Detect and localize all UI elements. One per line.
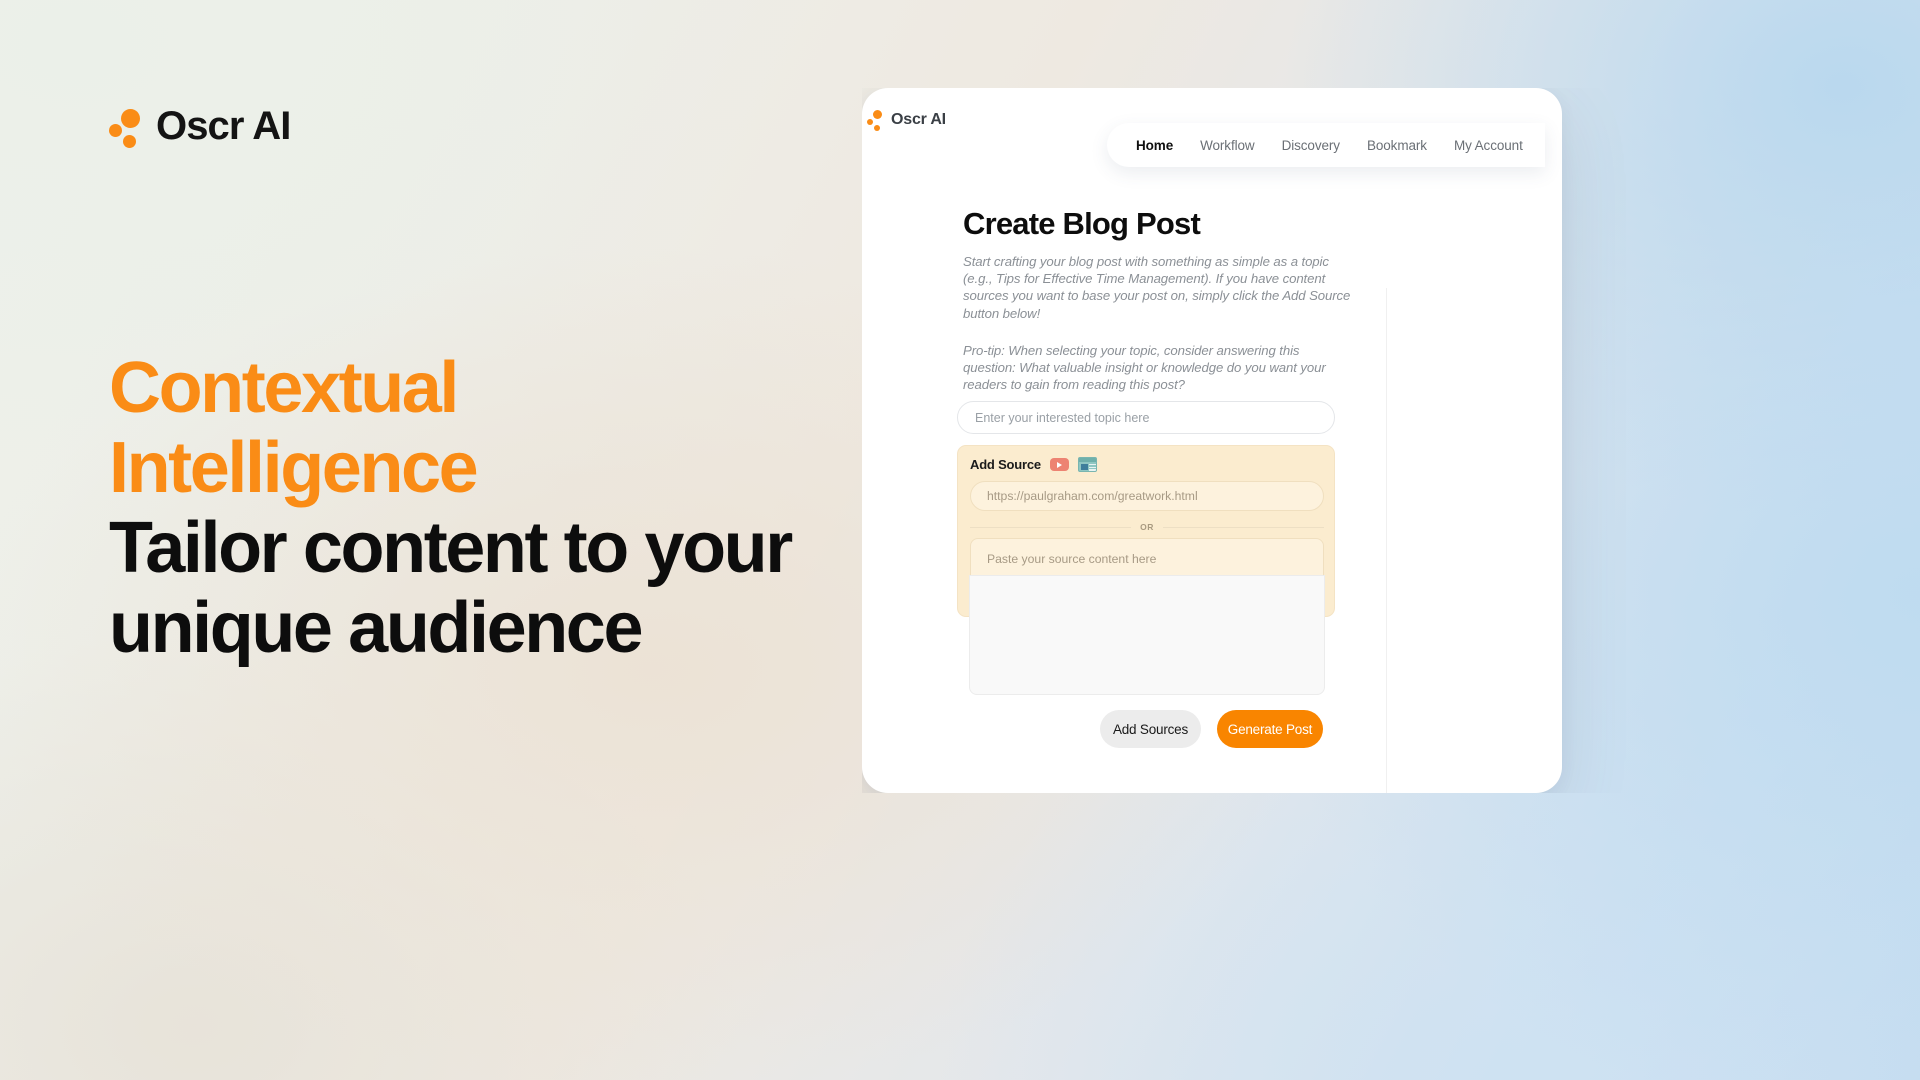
nav-item-my-account[interactable]: My Account — [1454, 138, 1523, 153]
marketing-panel: Oscr AI Contextual Intelligence Tailor c… — [0, 0, 860, 1080]
source-content-textarea-body[interactable] — [969, 575, 1325, 695]
headline-dark-line-2: unique audience — [109, 588, 643, 668]
action-button-row: Add Sources Generate Post — [1100, 710, 1323, 748]
add-sources-button[interactable]: Add Sources — [1100, 710, 1201, 748]
app-brand-name: Oscr AI — [891, 111, 946, 128]
add-source-header: Add Source — [970, 457, 1097, 472]
webpage-icon[interactable] — [1077, 457, 1097, 472]
brand-logo: Oscr AI — [109, 104, 291, 149]
app-window: Oscr AI Create Blog Post Start crafting … — [862, 88, 1562, 793]
source-content-placeholder: Paste your source content here — [987, 552, 1157, 566]
divider-rule-right — [1162, 526, 1324, 528]
nav-item-home[interactable]: Home — [1136, 138, 1173, 153]
nav-item-discovery[interactable]: Discovery — [1282, 138, 1340, 153]
three-dots-logo-icon — [109, 107, 143, 148]
page-description-2: Pro-tip: When selecting your topic, cons… — [963, 343, 1326, 393]
hero-headline: Contextual Intelligence Tailor content t… — [109, 348, 849, 668]
topic-input-placeholder: Enter your interested topic here — [975, 410, 1150, 425]
nav-item-workflow[interactable]: Workflow — [1200, 138, 1255, 153]
topic-input[interactable]: Enter your interested topic here — [957, 401, 1335, 434]
three-dots-logo-icon — [867, 110, 884, 131]
app-mockup: Oscr AI Create Blog Post Start crafting … — [862, 88, 1920, 793]
headline-dark-line-1: Tailor content to your — [109, 508, 793, 588]
add-source-label: Add Source — [970, 457, 1041, 472]
page-description-1: Start crafting your blog post with somet… — [963, 254, 1351, 321]
headline-accent-line-1: Contextual — [109, 348, 459, 428]
divider-rule-left — [970, 526, 1132, 528]
brand-name: Oscr AI — [156, 104, 291, 148]
generate-post-button[interactable]: Generate Post — [1217, 710, 1323, 748]
nav-item-bookmark[interactable]: Bookmark — [1367, 138, 1427, 153]
app-brand-logo[interactable]: Oscr AI — [867, 110, 946, 131]
headline-accent-line-2: Intelligence — [109, 428, 479, 508]
or-divider: OR — [970, 522, 1324, 532]
source-content-textarea[interactable]: Paste your source content here — [970, 538, 1324, 576]
or-label: OR — [1140, 522, 1154, 532]
source-url-placeholder: https://paulgraham.com/greatwork.html — [987, 489, 1198, 503]
source-url-input[interactable]: https://paulgraham.com/greatwork.html — [970, 481, 1324, 511]
youtube-icon[interactable] — [1049, 458, 1069, 471]
page-title: Create Blog Post — [963, 206, 1201, 241]
app-nav: Home Workflow Discovery Bookmark My Acco… — [1107, 123, 1545, 167]
app-page-body: Create Blog Post Start crafting your blo… — [862, 152, 1562, 793]
panel-edge-divider — [1386, 288, 1387, 793]
